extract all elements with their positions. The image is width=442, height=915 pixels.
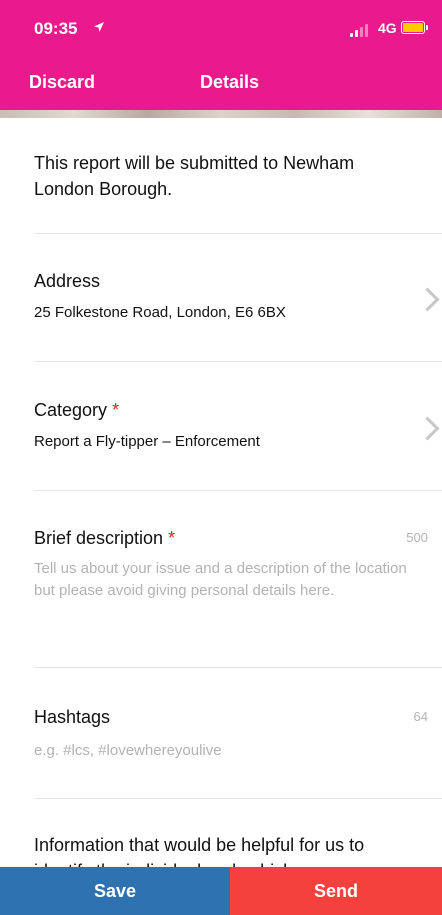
photo-preview-strip bbox=[0, 110, 442, 118]
required-marker: * bbox=[112, 400, 120, 420]
divider bbox=[34, 667, 442, 668]
network-type: 4G bbox=[378, 20, 397, 36]
intro-section: This report will be submitted to Newham … bbox=[34, 150, 410, 202]
hashtags-label: Hashtags bbox=[34, 707, 111, 727]
divider bbox=[34, 798, 442, 799]
divider bbox=[34, 233, 442, 234]
category-label-row: Category * bbox=[34, 400, 410, 421]
status-time: 09:35 bbox=[34, 19, 78, 38]
category-value: Report a Fly-tipper – Enforcement bbox=[34, 433, 260, 450]
chevron-right-icon[interactable] bbox=[415, 287, 440, 312]
hashtags-field[interactable]: Hashtags 64 e.g. #lcs, #lovewhereyoulive bbox=[34, 707, 428, 762]
status-bar: 09:35 4G bbox=[0, 0, 442, 60]
description-label-row: Brief description * bbox=[34, 528, 410, 549]
action-bar: Save Send bbox=[0, 867, 442, 915]
category-label: Category bbox=[34, 400, 108, 420]
hashtags-char-counter: 64 bbox=[413, 709, 428, 724]
description-input[interactable]: Tell us about your issue and a descripti… bbox=[34, 558, 410, 602]
description-field[interactable]: Brief description * 500 Tell us about yo… bbox=[34, 528, 428, 602]
page-title: Details bbox=[200, 72, 260, 92]
address-value: 25 Folkestone Road, London, E6 6BX bbox=[34, 304, 286, 321]
required-marker: * bbox=[168, 528, 176, 548]
header-bar: 09:35 4G Discard Details bbox=[0, 0, 442, 110]
intro-text: This report will be submitted to Newham … bbox=[34, 153, 355, 199]
discard-button[interactable]: Discard bbox=[29, 72, 95, 93]
address-label: Address bbox=[34, 271, 101, 291]
description-char-counter: 500 bbox=[406, 530, 428, 545]
save-button[interactable]: Save bbox=[0, 867, 230, 915]
category-row[interactable]: Category * Report a Fly-tipper – Enforce… bbox=[34, 400, 440, 460]
hashtags-input[interactable]: e.g. #lcs, #lovewhereyoulive bbox=[34, 740, 410, 762]
divider bbox=[34, 490, 442, 491]
location-arrow-icon bbox=[93, 20, 105, 36]
chevron-right-icon[interactable] bbox=[415, 416, 440, 441]
battery-icon bbox=[401, 21, 428, 34]
send-button[interactable]: Send bbox=[230, 867, 442, 915]
address-row[interactable]: Address 25 Folkestone Road, London, E6 6… bbox=[34, 271, 440, 331]
divider bbox=[34, 361, 442, 362]
signal-strength-icon bbox=[350, 24, 372, 37]
description-label: Brief description bbox=[34, 528, 164, 548]
